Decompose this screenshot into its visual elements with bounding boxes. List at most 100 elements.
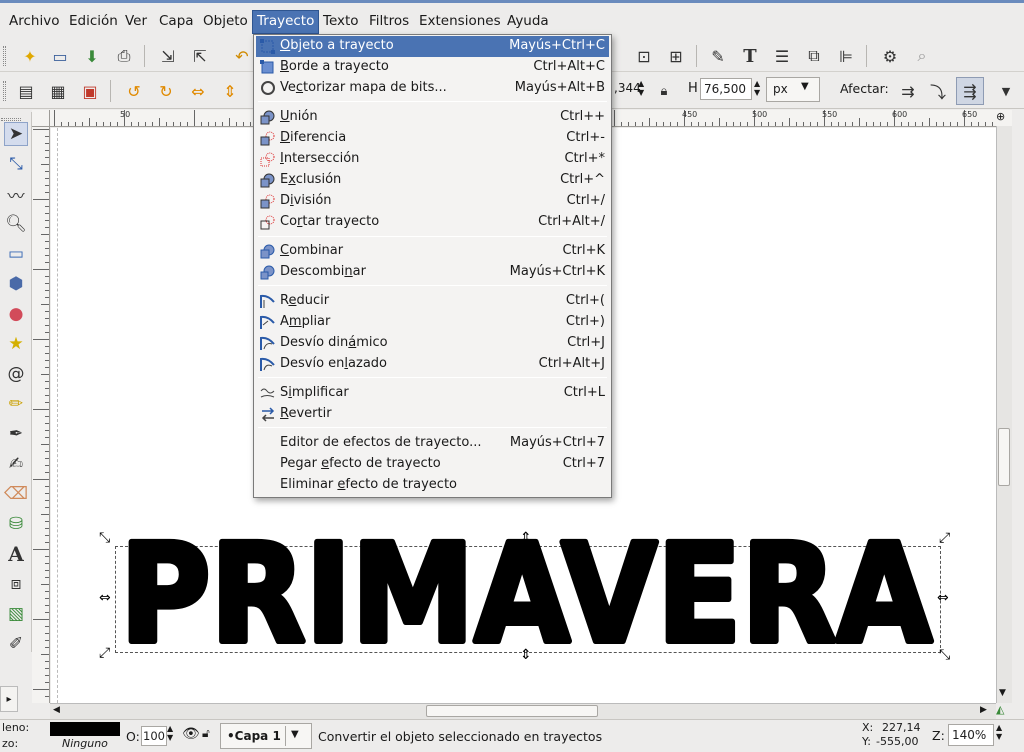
scale-handle-bottom-left[interactable]: ⤢ xyxy=(99,646,110,660)
fill-stroke-icon[interactable]: ✎ xyxy=(706,44,730,68)
menu-edicion[interactable]: Edición xyxy=(64,10,123,34)
visibility-eye-icon[interactable]: 👁︎ xyxy=(182,726,200,742)
vertical-scrollbar[interactable]: ▲ ▼ xyxy=(996,110,1012,703)
new-document-icon[interactable]: ✦ xyxy=(18,44,42,68)
horizontal-scrollbar[interactable]: ◀ ▶ xyxy=(50,703,996,719)
menu-item-exclusion[interactable]: Exclusión Ctrl+^ xyxy=(256,170,609,191)
rotate-cw-icon[interactable]: ↻ xyxy=(154,79,178,103)
pen-tool-icon[interactable]: ✒ xyxy=(4,422,28,446)
toolbar-overflow-chevron-icon[interactable]: ▼ xyxy=(994,79,1018,103)
text-font-icon[interactable]: T xyxy=(738,44,762,68)
scale-handle-bottom-right[interactable]: ⤡ xyxy=(939,648,950,662)
lock-icon[interactable]: 🔒︎ xyxy=(652,79,676,103)
scale-corners-icon[interactable]: ⤵ xyxy=(926,79,950,103)
text-tool-icon[interactable]: A xyxy=(4,542,28,566)
transform-gradients-icon[interactable]: ⇶ xyxy=(956,77,984,105)
preferences-icon[interactable]: ⚙ xyxy=(878,44,902,68)
tweak-tool-icon[interactable]: 〰 xyxy=(4,182,28,207)
menu-item-borde-a-trayecto[interactable]: Borde a trayecto Ctrl+Alt+C xyxy=(256,57,609,78)
rectangle-tool-icon[interactable]: ▭ xyxy=(4,242,28,266)
rotate-ccw-icon[interactable]: ↺ xyxy=(122,79,146,103)
zoom-fit-icon[interactable]: ⊕ xyxy=(996,110,1012,126)
menu-filtros[interactable]: Filtros xyxy=(364,10,414,34)
import-icon[interactable]: ⇲ xyxy=(156,44,180,68)
zoom-spin-arrows[interactable]: ▲ ▼ xyxy=(996,723,1002,741)
toolbox-expand-icon[interactable]: ▸ xyxy=(0,686,18,712)
connector-tool-icon[interactable]: ⧈ xyxy=(4,572,28,596)
menu-texto[interactable]: Texto xyxy=(318,10,364,34)
scroll-left-icon[interactable]: ◀ xyxy=(53,705,60,715)
vertical-scroll-thumb[interactable] xyxy=(998,428,1010,486)
eraser-tool-icon[interactable]: ⌫ xyxy=(4,482,28,506)
export-icon[interactable]: ⇱ xyxy=(188,44,212,68)
menu-item-combinar[interactable]: Combinar Ctrl+K xyxy=(256,241,609,262)
scale-handle-top-right[interactable]: ⤢ xyxy=(939,531,950,545)
xml-editor-icon[interactable]: ⧉ xyxy=(802,44,826,68)
dropper-tool-icon[interactable]: ✐ xyxy=(4,632,28,656)
scale-handle-left[interactable]: ⇔ xyxy=(99,591,111,605)
menu-item-eliminar-efecto-de-trayecto[interactable]: Eliminar efecto de trayecto xyxy=(256,475,609,496)
menu-item-editor-de-efectos-de-trayecto[interactable]: Editor de efectos de trayecto... Mayús+Ct… xyxy=(256,433,609,454)
zoom-tool-icon[interactable]: 🔍︎ xyxy=(4,212,28,236)
document-properties-icon[interactable]: ⌕ xyxy=(910,44,934,68)
menu-objeto[interactable]: Objeto xyxy=(198,10,253,34)
menu-item-diferencia[interactable]: Diferencia Ctrl+- xyxy=(256,128,609,149)
scale-handle-top-left[interactable]: ⤡ xyxy=(99,531,110,545)
pencil-tool-icon[interactable]: ✏ xyxy=(4,392,28,416)
zoom-input[interactable] xyxy=(948,724,994,746)
menu-archivo[interactable]: Archivo xyxy=(4,10,64,34)
spiral-tool-icon[interactable]: @ xyxy=(4,362,28,386)
open-icon[interactable]: ▭ xyxy=(48,44,72,68)
zoom-drawing-icon[interactable]: ⊞ xyxy=(664,44,688,68)
select-all-layers-icon[interactable]: ▦ xyxy=(46,79,70,103)
menu-item-union[interactable]: Unión Ctrl++ xyxy=(256,107,609,128)
scroll-down-icon[interactable]: ▼ xyxy=(999,688,1006,698)
menu-item-desvio-dinamico[interactable]: Desvío dinámico Ctrl+J xyxy=(256,333,609,354)
print-icon[interactable]: ⎙ xyxy=(112,44,136,68)
flip-vertical-icon[interactable]: ⇕ xyxy=(218,79,242,103)
scroll-right-icon[interactable]: ▶ xyxy=(980,705,987,715)
menu-ver[interactable]: Ver xyxy=(120,10,152,34)
undo-icon[interactable]: ↶ xyxy=(230,44,254,68)
width-value-partial[interactable]: ,344 xyxy=(614,81,641,95)
star-tool-icon[interactable]: ★ xyxy=(4,332,28,356)
toolbar-grip[interactable] xyxy=(3,46,6,66)
selector-tool-icon[interactable]: ➤ xyxy=(4,122,28,146)
opacity-spin-arrows[interactable]: ▲ ▼ xyxy=(167,724,173,742)
select-all-icon[interactable]: ▤ xyxy=(14,79,38,103)
menu-item-objeto-a-trayecto[interactable]: Objeto a trayecto Mayús+Ctrl+C xyxy=(256,36,609,57)
flip-horizontal-icon[interactable]: ⇔ xyxy=(186,79,210,103)
menu-item-reducir[interactable]: Reducir Ctrl+( xyxy=(256,291,609,312)
unit-select[interactable]: px ▼ xyxy=(766,77,820,102)
menu-item-descombinar[interactable]: Descombinar Mayús+Ctrl+K xyxy=(256,262,609,283)
3d-box-tool-icon[interactable]: ⬢ xyxy=(4,272,28,296)
horizontal-scroll-thumb[interactable] xyxy=(426,705,598,717)
deselect-icon[interactable]: ▣ xyxy=(78,79,102,103)
toolbox-grip[interactable] xyxy=(1,118,21,121)
layer-select[interactable]: •Capa 1 ▼ xyxy=(220,723,312,749)
width-spin-arrows[interactable]: ▲ ▼ xyxy=(638,79,644,97)
layer-lock-icon[interactable]: 🔓︎ xyxy=(202,726,210,741)
fill-swatch[interactable] xyxy=(50,722,120,736)
paint-bucket-tool-icon[interactable]: ⛁ xyxy=(4,512,28,536)
scale-handle-top[interactable]: ⇕ xyxy=(520,531,532,545)
menu-item-ampliar[interactable]: Ampliar Ctrl+) xyxy=(256,312,609,333)
menu-item-cortar-trayecto[interactable]: Cortar trayecto Ctrl+Alt+/ xyxy=(256,212,609,233)
zoom-selection-icon[interactable]: ⊡ xyxy=(632,44,656,68)
scale-handle-right[interactable]: ⇔ xyxy=(937,591,949,605)
height-input[interactable] xyxy=(700,78,752,100)
menu-ayuda[interactable]: Ayuda xyxy=(502,10,554,34)
menu-item-simplificar[interactable]: Simplificar Ctrl+L xyxy=(256,383,609,404)
menu-item-revertir[interactable]: Revertir xyxy=(256,404,609,425)
menu-trayecto[interactable]: Trayecto xyxy=(252,10,320,34)
color-managed-icon[interactable]: ◭ xyxy=(996,703,1012,719)
menu-item-division[interactable]: División Ctrl+/ xyxy=(256,191,609,212)
menu-item-pegar-efecto-de-trayecto[interactable]: Pegar efecto de trayecto Ctrl+7 xyxy=(256,454,609,475)
scale-stroke-icon[interactable]: ⇉ xyxy=(896,79,920,103)
opacity-input[interactable] xyxy=(141,726,167,746)
save-icon[interactable]: ⬇ xyxy=(80,44,104,68)
toolbar-grip[interactable] xyxy=(3,81,6,101)
align-distribute-icon[interactable]: ⊫ xyxy=(834,44,858,68)
stroke-value[interactable]: Ninguno xyxy=(62,737,108,750)
calligraphy-tool-icon[interactable]: ✍ xyxy=(4,452,28,476)
